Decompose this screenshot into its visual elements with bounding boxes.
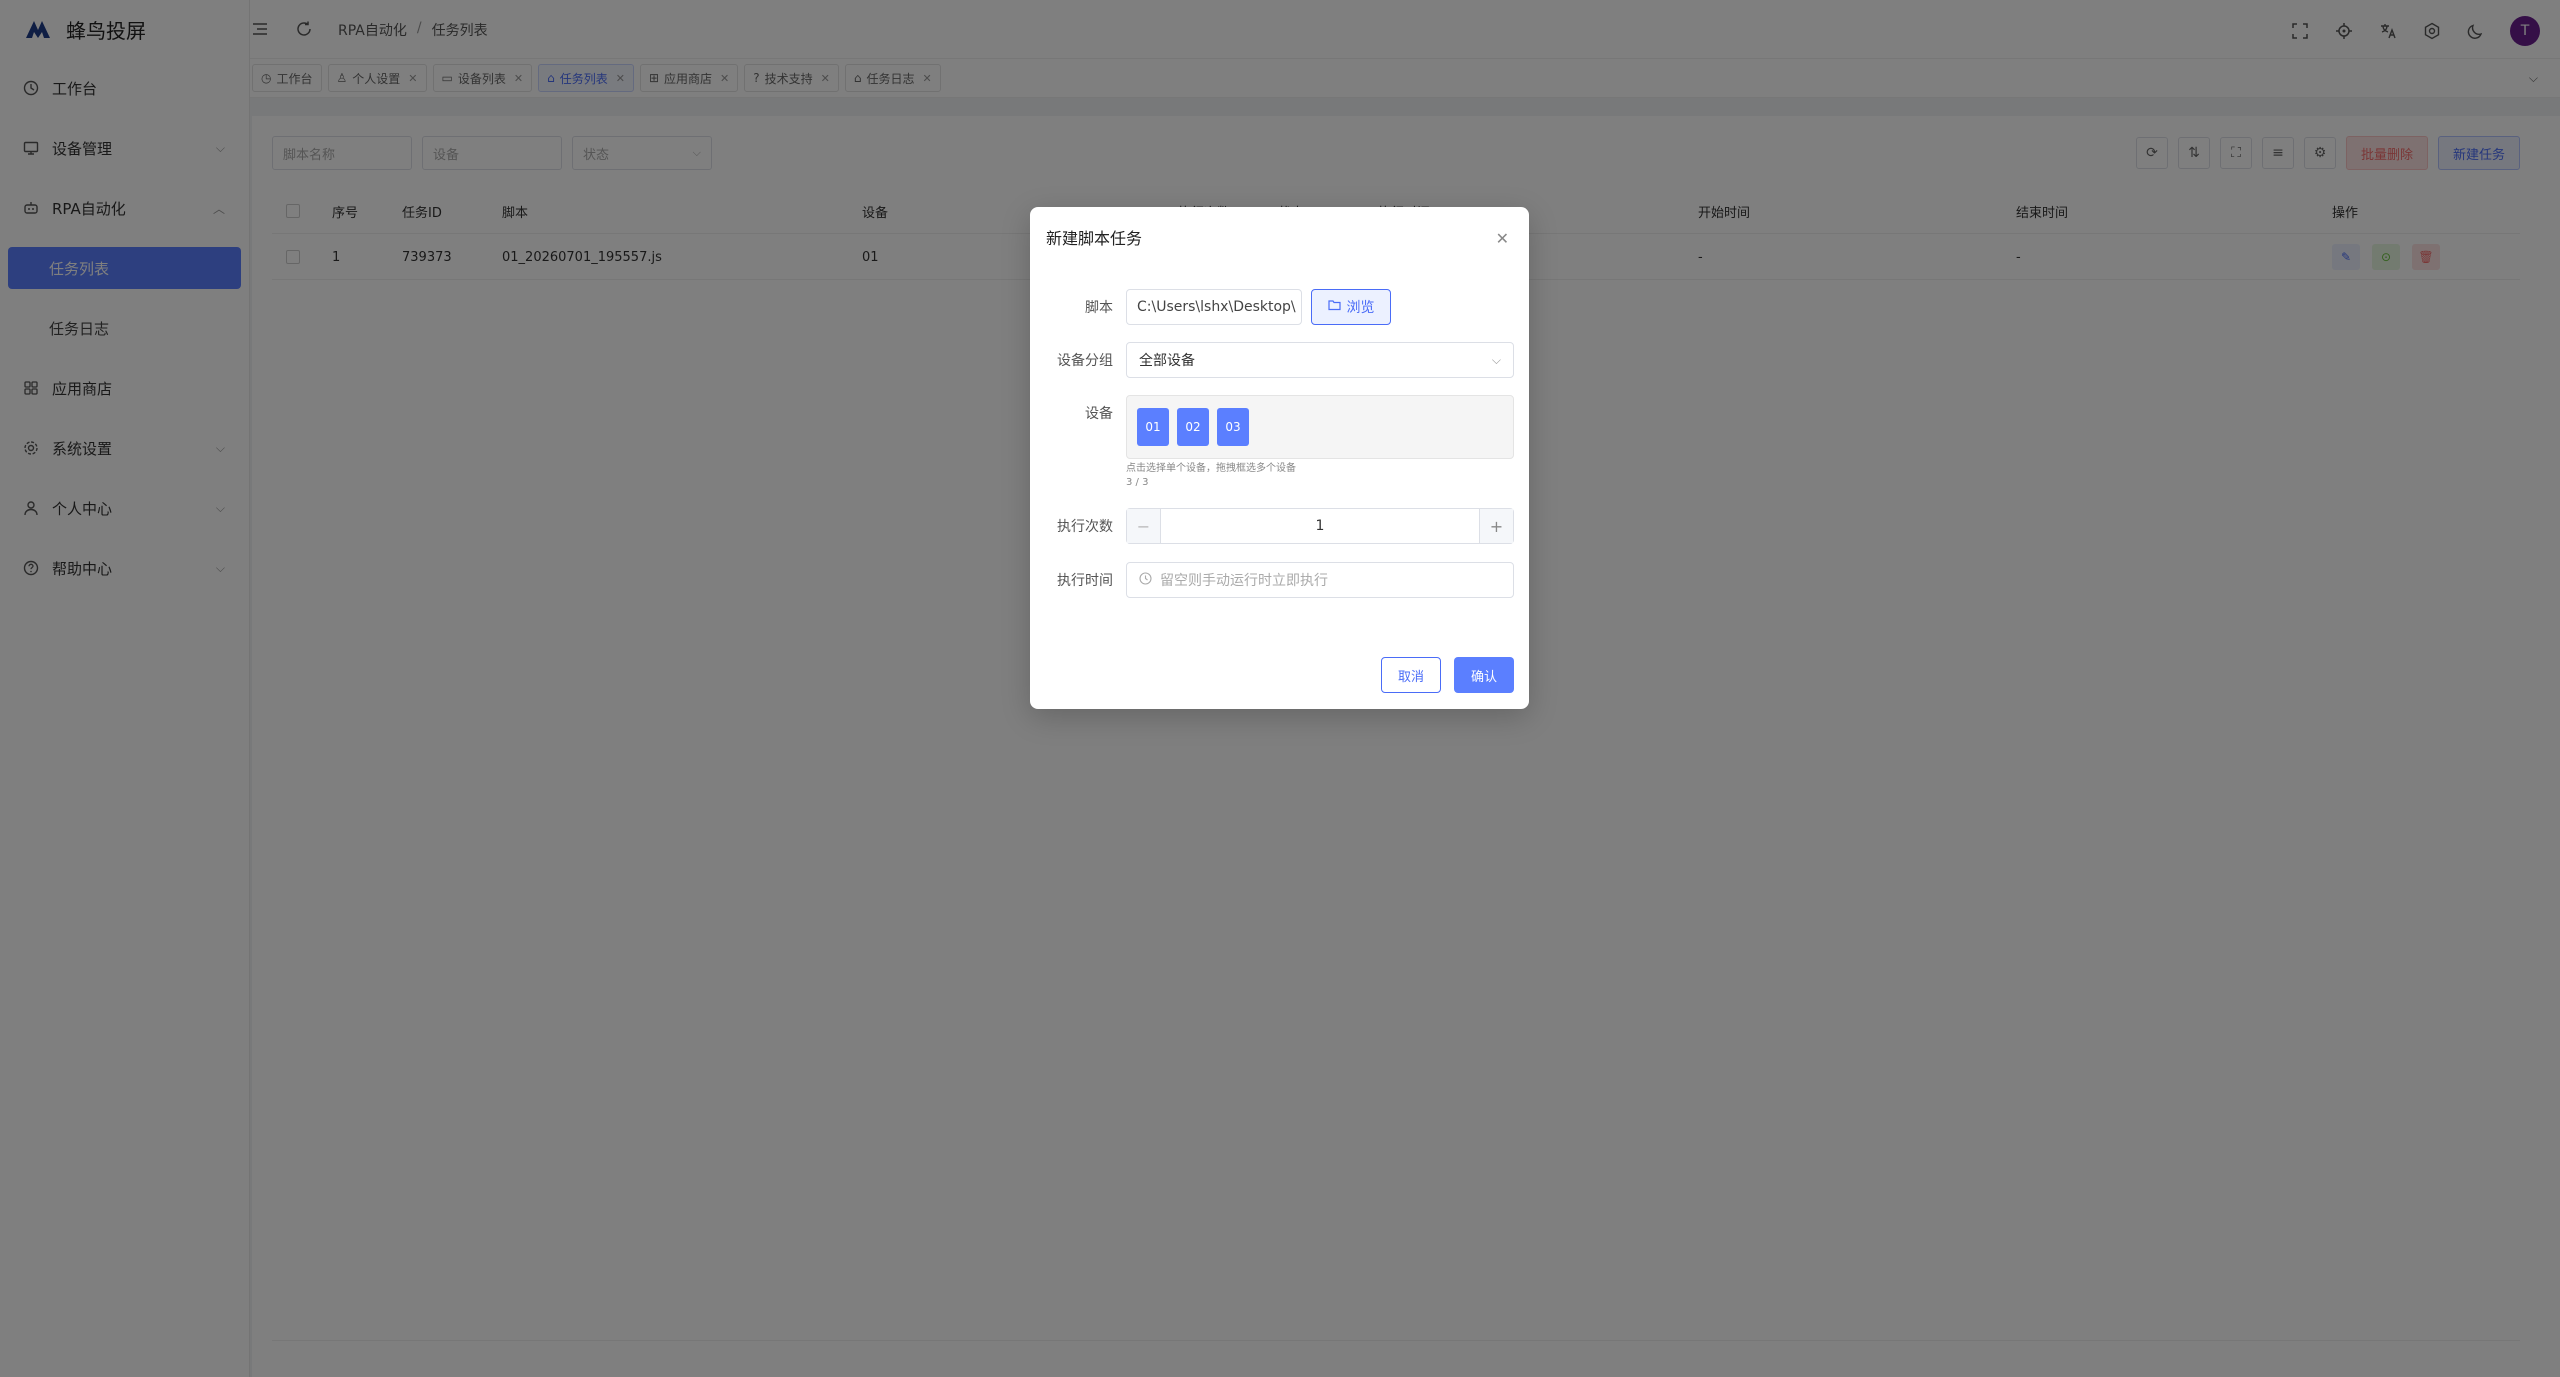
exec-count-label: 执行次数 (1057, 519, 1113, 535)
exec-time-label: 执行时间 (1057, 573, 1113, 589)
clock-icon (1139, 571, 1152, 589)
script-label: 脚本 (1085, 300, 1113, 316)
exec-time-picker[interactable]: 留空则手动运行时立即执行 (1126, 562, 1514, 598)
device-group-value: 全部设备 (1139, 353, 1195, 369)
chevron-down-icon: ⌵ (1491, 352, 1501, 367)
device-chip[interactable]: 02 (1177, 408, 1209, 446)
dialog-title: 新建脚本任务 (1046, 229, 1143, 248)
increment-button[interactable]: + (1479, 509, 1513, 543)
device-chip[interactable]: 01 (1137, 408, 1169, 446)
browse-label: 浏览 (1346, 300, 1375, 316)
device-hint-count: 3 / 3 (1126, 477, 1149, 488)
close-icon[interactable]: ✕ (1496, 229, 1509, 248)
device-group-label: 设备分组 (1057, 353, 1113, 369)
exec-count-value[interactable]: 1 (1161, 518, 1479, 534)
device-hint: 点击选择单个设备，拖拽框选多个设备 3 / 3 (1126, 462, 1296, 490)
exec-time-placeholder: 留空则手动运行时立即执行 (1160, 573, 1328, 589)
folder-icon (1327, 299, 1341, 315)
confirm-button[interactable]: 确认 (1454, 657, 1514, 693)
cancel-button[interactable]: 取消 (1381, 657, 1441, 693)
device-label: 设备 (1085, 406, 1113, 422)
browse-button[interactable]: 浏览 (1311, 289, 1391, 325)
script-path-input[interactable]: C:\Users\lshx\Desktop\ (1126, 289, 1302, 325)
device-group-select[interactable]: 全部设备 ⌵ (1126, 342, 1514, 378)
decrement-button[interactable]: − (1127, 509, 1161, 543)
device-hint-text: 点击选择单个设备，拖拽框选多个设备 (1126, 463, 1296, 474)
new-script-task-dialog: 新建脚本任务 ✕ 脚本 C:\Users\lshx\Desktop\ 浏览 设备… (1030, 207, 1529, 709)
device-chip[interactable]: 03 (1217, 408, 1249, 446)
device-selector[interactable]: 01 02 03 (1126, 395, 1514, 459)
exec-count-stepper: − 1 + (1126, 508, 1514, 544)
